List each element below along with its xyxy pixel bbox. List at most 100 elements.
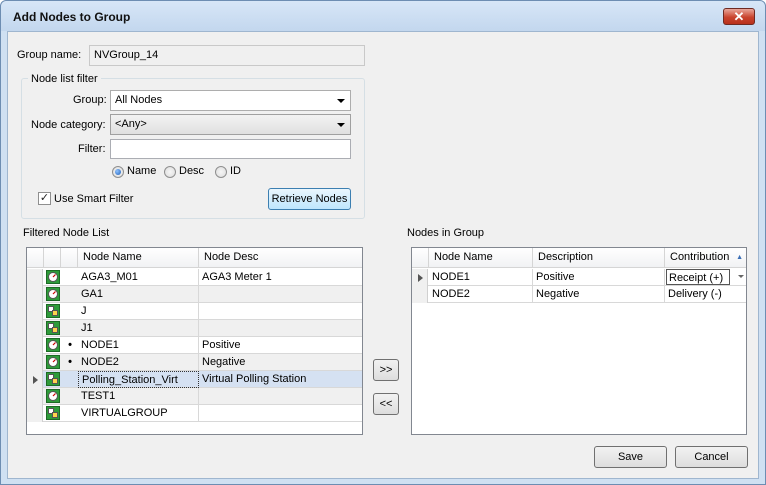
group-select-value: All Nodes [115, 94, 163, 106]
column-header-node-desc[interactable]: Node Desc [199, 248, 362, 268]
table-row[interactable]: • NODE2 Negative [27, 354, 362, 371]
close-icon: ✕ [733, 9, 745, 24]
table-row[interactable]: Polling_Station_Virt Virtual Polling Stat… [27, 371, 362, 388]
node-desc-cell[interactable]: Positive [199, 337, 362, 354]
contribution-cell[interactable]: Delivery (-) [665, 286, 746, 303]
row-pointer-icon [418, 274, 423, 282]
radio-name[interactable] [112, 166, 124, 178]
sort-ascending-icon: ▲ [736, 254, 743, 261]
node-name-cell[interactable]: NODE2 [78, 354, 199, 371]
in-group-marker [65, 388, 75, 405]
node-name-cell[interactable]: VIRTUALGROUP [78, 405, 199, 422]
node-name-cell[interactable]: J1 [78, 320, 199, 337]
nodes-in-group-grid[interactable]: Node Name Description Contribution ▲ NOD… [411, 247, 747, 435]
column-header-description[interactable]: Description [533, 248, 665, 268]
in-group-marker: • [68, 356, 72, 368]
node-category-value: <Any> [115, 118, 147, 130]
in-group-marker [65, 405, 75, 422]
nodes-in-group-label: Nodes in Group [407, 227, 485, 239]
node-name-cell[interactable]: NODE2 [429, 286, 533, 303]
contribution-select[interactable]: Receipt (+) [666, 269, 730, 285]
chevron-down-icon [337, 99, 345, 103]
table-row[interactable]: NODE2 Negative Delivery (-) [412, 286, 746, 303]
save-button[interactable]: Save [594, 446, 667, 468]
node-desc-cell[interactable] [199, 286, 362, 303]
title-bar[interactable]: Add Nodes to Group ✕ [1, 1, 765, 31]
cancel-button[interactable]: Cancel [675, 446, 748, 468]
radio-desc-label: Desc [179, 165, 205, 177]
radio-id[interactable] [215, 166, 227, 178]
node-name-cell[interactable]: AGA3_M01 [78, 269, 199, 286]
contribution-cell[interactable]: Receipt (+) [665, 269, 746, 286]
table-row[interactable]: VIRTUALGROUP [27, 405, 362, 422]
description-cell[interactable]: Positive [533, 269, 665, 286]
meter-node-icon [46, 270, 60, 284]
table-row[interactable]: TEST1 [27, 388, 362, 405]
row-header[interactable] [27, 371, 43, 388]
in-group-marker [65, 303, 75, 320]
radio-name-label: Name [127, 165, 157, 177]
filtered-node-list-label: Filtered Node List [23, 227, 110, 239]
column-header-node-name[interactable]: Node Name [78, 248, 199, 268]
chevron-down-icon [337, 123, 345, 127]
chevron-down-icon[interactable] [738, 275, 744, 278]
virtual-node-icon [46, 406, 60, 420]
node-desc-cell[interactable] [199, 303, 362, 320]
row-header[interactable] [27, 303, 43, 320]
add-to-group-button[interactable]: >> [373, 359, 399, 381]
icon-column-header [44, 248, 61, 268]
table-row[interactable]: AGA3_M01 AGA3 Meter 1 [27, 269, 362, 286]
filtered-node-grid[interactable]: Node Name Node Desc AGA3_M01 AGA3 Meter 1… [26, 247, 363, 435]
node-name-cell[interactable]: J [78, 303, 199, 320]
node-category-select[interactable]: <Any> [110, 114, 351, 135]
table-row[interactable]: NODE1 Positive Receipt (+) [412, 269, 746, 286]
row-header[interactable] [27, 286, 43, 303]
retrieve-nodes-button[interactable]: Retrieve Nodes [268, 188, 351, 210]
node-name-cell[interactable]: TEST1 [78, 388, 199, 405]
filter-input[interactable] [110, 139, 351, 159]
in-group-marker: • [68, 339, 72, 351]
node-desc-cell[interactable]: Negative [199, 354, 362, 371]
description-cell[interactable]: Negative [533, 286, 665, 303]
meter-node-icon [46, 287, 60, 301]
row-header[interactable] [27, 269, 43, 286]
node-desc-cell[interactable] [199, 405, 362, 422]
node-desc-cell[interactable] [199, 320, 362, 337]
table-row[interactable]: J1 [27, 320, 362, 337]
row-header[interactable] [27, 388, 43, 405]
column-header-contribution[interactable]: Contribution ▲ [665, 248, 746, 268]
radio-desc[interactable] [164, 166, 176, 178]
node-desc-cell[interactable] [199, 388, 362, 405]
dialog-window: Add Nodes to Group ✕ Group name: NVGroup… [0, 0, 766, 485]
group-name-field: NVGroup_14 [89, 45, 365, 66]
use-smart-filter-label: Use Smart Filter [54, 193, 134, 205]
radio-id-label: ID [230, 165, 241, 177]
row-header-corner [412, 248, 429, 268]
table-row[interactable]: • NODE1 Positive [27, 337, 362, 354]
dialog-title: Add Nodes to Group [13, 10, 131, 24]
column-header-node-name[interactable]: Node Name [429, 248, 533, 268]
table-row[interactable]: GA1 [27, 286, 362, 303]
node-desc-cell[interactable]: Virtual Polling Station [199, 371, 362, 388]
node-desc-cell[interactable]: AGA3 Meter 1 [199, 269, 362, 286]
row-header[interactable] [412, 269, 428, 286]
row-header[interactable] [27, 337, 43, 354]
virtual-node-icon [46, 321, 60, 335]
in-group-marker [65, 269, 75, 286]
in-group-marker [65, 286, 75, 303]
close-button[interactable]: ✕ [723, 8, 755, 25]
group-select[interactable]: All Nodes [110, 90, 351, 111]
row-header[interactable] [27, 405, 43, 422]
row-header[interactable] [27, 354, 43, 371]
remove-from-group-button[interactable]: << [373, 393, 399, 415]
virtual-node-icon [46, 304, 60, 318]
table-row[interactable]: J [27, 303, 362, 320]
row-header[interactable] [412, 286, 428, 303]
use-smart-filter-checkbox[interactable]: ✓ [38, 192, 51, 205]
node-name-cell[interactable]: NODE1 [429, 269, 533, 286]
node-name-cell[interactable]: NODE1 [78, 337, 199, 354]
meter-node-icon [46, 338, 60, 352]
node-name-cell[interactable]: Polling_Station_Virt [78, 371, 199, 388]
row-header[interactable] [27, 320, 43, 337]
node-name-cell[interactable]: GA1 [78, 286, 199, 303]
